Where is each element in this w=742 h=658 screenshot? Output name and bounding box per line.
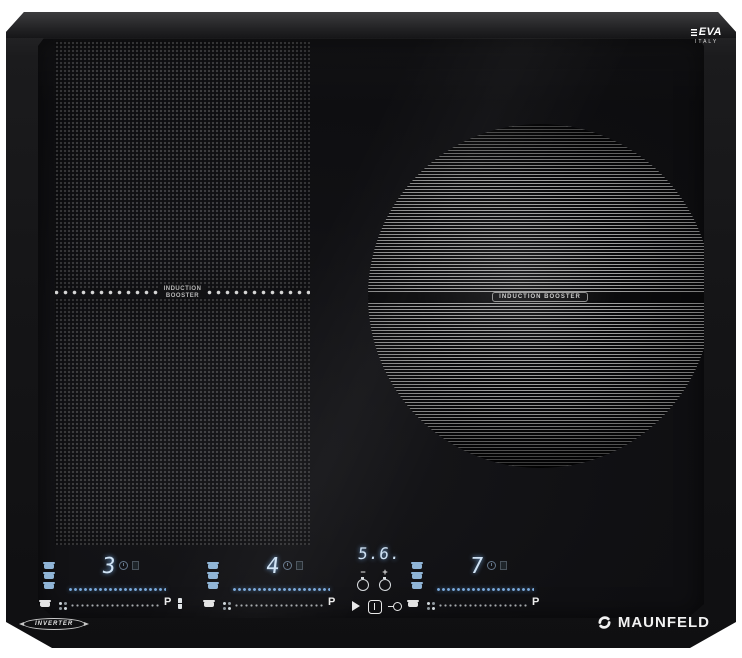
zone-c-controls: 7 P bbox=[406, 554, 558, 618]
stopwatch-icon bbox=[379, 576, 391, 591]
center-controls: 5.6. − + bbox=[350, 544, 414, 618]
pan-detection-icon bbox=[203, 600, 215, 607]
product-photo: INDUCTION BOOSTER INDUCTION BOOSTER 3 P … bbox=[0, 0, 742, 658]
power-level-display: 4 bbox=[264, 554, 281, 579]
power-level-slider[interactable] bbox=[232, 587, 330, 592]
status-indicator-icon bbox=[132, 561, 140, 570]
pot-medium-icon bbox=[207, 572, 219, 579]
power-level-display: 7 bbox=[468, 554, 485, 579]
main-buttons-row bbox=[350, 600, 414, 614]
eva-italy-logo: EVA ITALY bbox=[691, 27, 722, 45]
pot-large-icon bbox=[411, 582, 423, 589]
booster-label-line1: INDUCTION bbox=[163, 285, 202, 292]
bridge-zones-icon[interactable] bbox=[178, 598, 182, 609]
eva-logo-subtext: ITALY bbox=[695, 39, 719, 45]
maunfeld-logo-text: MAUNFELD bbox=[617, 614, 710, 631]
pan-detection-icon bbox=[407, 600, 419, 607]
cooking-zone-left-front bbox=[55, 298, 310, 545]
timer-indicator-icon bbox=[283, 561, 293, 570]
zone-select-button[interactable] bbox=[427, 602, 430, 605]
zone-b-controls: 4 P bbox=[202, 554, 354, 618]
timer-indicator-icon bbox=[487, 561, 497, 570]
pot-small-icon bbox=[207, 562, 219, 569]
induction-booster-label-right: INDUCTION BOOSTER bbox=[492, 291, 588, 302]
power-button[interactable] bbox=[368, 600, 382, 614]
status-indicator-icon bbox=[500, 561, 508, 570]
slider-touch-track[interactable] bbox=[438, 604, 528, 607]
zone-a-controls: 3 P bbox=[38, 554, 190, 618]
pot-large-icon bbox=[207, 582, 219, 589]
frame-bevel bbox=[6, 12, 736, 38]
circle-center-band: INDUCTION BOOSTER bbox=[368, 291, 704, 302]
power-level-slider[interactable] bbox=[68, 587, 166, 592]
boost-key[interactable]: P bbox=[328, 597, 335, 608]
timer-minus-button[interactable]: − bbox=[356, 568, 370, 591]
timer-plus-button[interactable]: + bbox=[378, 568, 392, 591]
pot-medium-icon bbox=[43, 572, 55, 579]
child-lock-button[interactable] bbox=[388, 602, 402, 612]
stopwatch-icon bbox=[357, 576, 369, 591]
pot-large-icon bbox=[43, 582, 55, 589]
pot-medium-icon bbox=[411, 572, 423, 579]
pan-size-indicators bbox=[207, 562, 219, 589]
timer-display: 5.6. bbox=[356, 544, 402, 563]
power-level-display: 3 bbox=[100, 554, 117, 579]
slider-touch-track[interactable] bbox=[234, 604, 324, 607]
power-level-slider[interactable] bbox=[436, 587, 534, 592]
boost-key[interactable]: P bbox=[532, 597, 539, 608]
eva-logo-text: EVA bbox=[691, 27, 722, 38]
cooktop-body: INDUCTION BOOSTER INDUCTION BOOSTER 3 P … bbox=[6, 12, 736, 648]
pot-small-icon bbox=[411, 562, 423, 569]
zone-select-button[interactable] bbox=[59, 602, 62, 605]
inverter-badge: INVERTER bbox=[18, 618, 90, 630]
status-indicator-icon bbox=[296, 561, 304, 570]
cooking-zone-left-rear bbox=[55, 41, 310, 290]
eva-bars-icon bbox=[691, 29, 698, 36]
pause-play-button[interactable] bbox=[352, 601, 360, 611]
power-level-group: 7 bbox=[468, 554, 508, 579]
pan-size-indicators bbox=[43, 562, 55, 589]
maunfeld-swirl-icon bbox=[598, 616, 611, 629]
pan-size-indicators bbox=[411, 562, 423, 589]
maunfeld-logo: MAUNFELD bbox=[596, 615, 710, 630]
slider-touch-track[interactable] bbox=[70, 604, 160, 607]
timer-indicator-icon bbox=[119, 561, 129, 570]
zone-select-button[interactable] bbox=[223, 602, 226, 605]
power-level-group: 4 bbox=[264, 554, 304, 579]
boost-key[interactable]: P bbox=[164, 597, 171, 608]
pot-small-icon bbox=[43, 562, 55, 569]
power-level-group: 3 bbox=[100, 554, 140, 579]
glass-surface: INDUCTION BOOSTER INDUCTION BOOSTER 3 P … bbox=[38, 38, 704, 618]
pan-detection-icon bbox=[39, 600, 51, 607]
flex-zone-separator: INDUCTION BOOSTER bbox=[55, 285, 310, 300]
cooking-zone-right-circle: INDUCTION BOOSTER bbox=[368, 124, 704, 468]
